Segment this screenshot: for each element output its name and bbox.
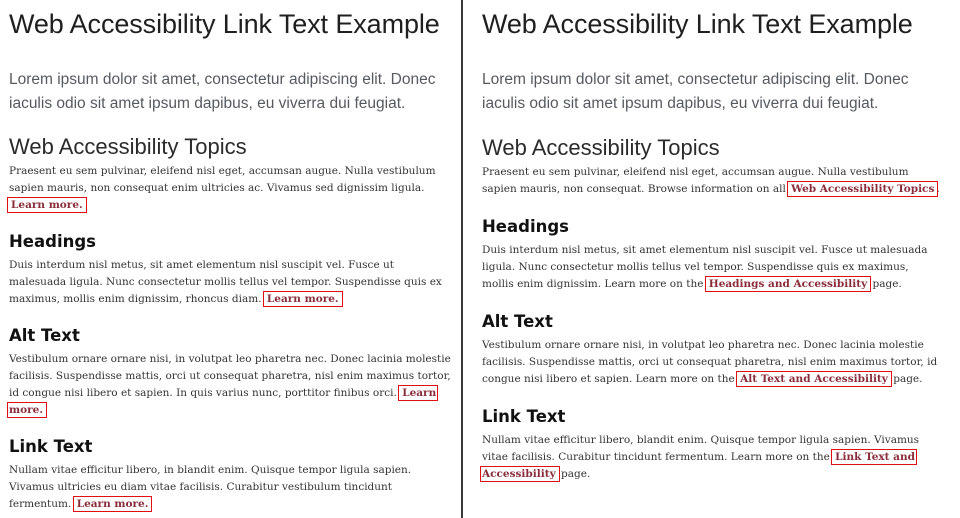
- section-heading: Alt Text: [482, 312, 553, 331]
- section-after: page.: [893, 373, 923, 385]
- section-paragraph: Vestibulum ornare ornare nisi, in volutp…: [6, 351, 454, 419]
- section-paragraph: Nullam vitae efficitur libero, blandit e…: [480, 432, 940, 483]
- section-after: page.: [872, 278, 902, 290]
- good-example-panel: Web Accessibility Link Text Example Lore…: [463, 0, 960, 518]
- section-text: Vestibulum ornare ornare nisi, in volutp…: [9, 353, 451, 399]
- lead-paragraph: Lorem ipsum dolor sit amet, consectetur …: [9, 71, 436, 112]
- headings-accessibility-link[interactable]: Headings and Accessibility: [704, 276, 872, 292]
- web-accessibility-topics-link[interactable]: Web Accessibility Topics: [787, 181, 939, 197]
- alt-text-accessibility-link[interactable]: Alt Text and Accessibility: [736, 371, 892, 387]
- section-paragraph: Duis interdum nisl metus, sit amet eleme…: [9, 257, 454, 308]
- section-paragraph: Nullam vitae efficitur libero, in blandi…: [9, 462, 454, 513]
- section-heading: Link Text: [482, 407, 566, 426]
- topics-paragraph: Praesent eu sem pulvinar, eleifend nisl …: [7, 163, 454, 214]
- section-after: page.: [561, 468, 591, 480]
- learn-more-link[interactable]: Learn more.: [262, 291, 343, 307]
- section-paragraph: Vestibulum ornare ornare nisi, in volutp…: [482, 337, 940, 388]
- learn-more-link[interactable]: Learn more.: [7, 197, 87, 213]
- section-text: Nullam vitae efficitur libero, in blandi…: [9, 464, 412, 510]
- section-heading: Headings: [9, 232, 96, 251]
- topics-text: Praesent eu sem pulvinar, eleifend nisl …: [9, 165, 436, 194]
- bad-example-panel: Web Accessibility Link Text Example Lore…: [0, 0, 462, 518]
- section-heading: Link Text: [9, 437, 93, 456]
- page-title: Web Accessibility Link Text Example: [9, 9, 440, 39]
- learn-more-link[interactable]: Learn more.: [72, 496, 153, 512]
- page-title: Web Accessibility Link Text Example: [482, 9, 913, 39]
- topics-after: .: [936, 183, 940, 195]
- lead-paragraph: Lorem ipsum dolor sit amet, consectetur …: [482, 71, 909, 112]
- section-text: Duis interdum nisl metus, sit amet eleme…: [9, 259, 442, 305]
- topics-heading: Web Accessibility Topics: [482, 135, 720, 160]
- topics-heading: Web Accessibility Topics: [9, 134, 247, 159]
- topics-paragraph: Praesent eu sem pulvinar, eleifend nisl …: [482, 164, 940, 198]
- section-heading: Headings: [482, 217, 569, 236]
- section-paragraph: Duis interdum nisl metus, sit amet eleme…: [482, 242, 940, 293]
- section-heading: Alt Text: [9, 326, 80, 345]
